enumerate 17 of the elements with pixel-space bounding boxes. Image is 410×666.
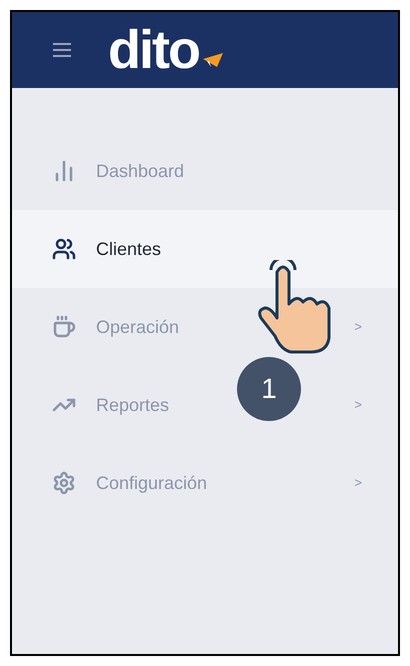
menu-item[interactable]: Dashboard: [96, 158, 184, 184]
paper-plane-icon: [202, 53, 223, 69]
logo-text: dito: [108, 23, 199, 77]
chevron: >: [354, 474, 362, 492]
menu-item[interactable]: Operación: [96, 314, 180, 340]
menu-label: Clientes: [96, 238, 162, 260]
cup-icon: [52, 315, 76, 339]
menu-item[interactable]: Configuración: [96, 470, 208, 496]
step-badge: 1: [237, 357, 301, 421]
menu-icon[interactable]: [52, 42, 72, 58]
hand-pointer-icon: [257, 260, 333, 355]
chevron: >: [354, 318, 362, 336]
chevron: >: [354, 396, 362, 414]
people-icon: [52, 237, 76, 261]
menu-item[interactable]: Clientes: [12, 210, 398, 288]
menu-item[interactable]: Reportes: [96, 392, 170, 418]
settings-icon: [52, 471, 76, 495]
